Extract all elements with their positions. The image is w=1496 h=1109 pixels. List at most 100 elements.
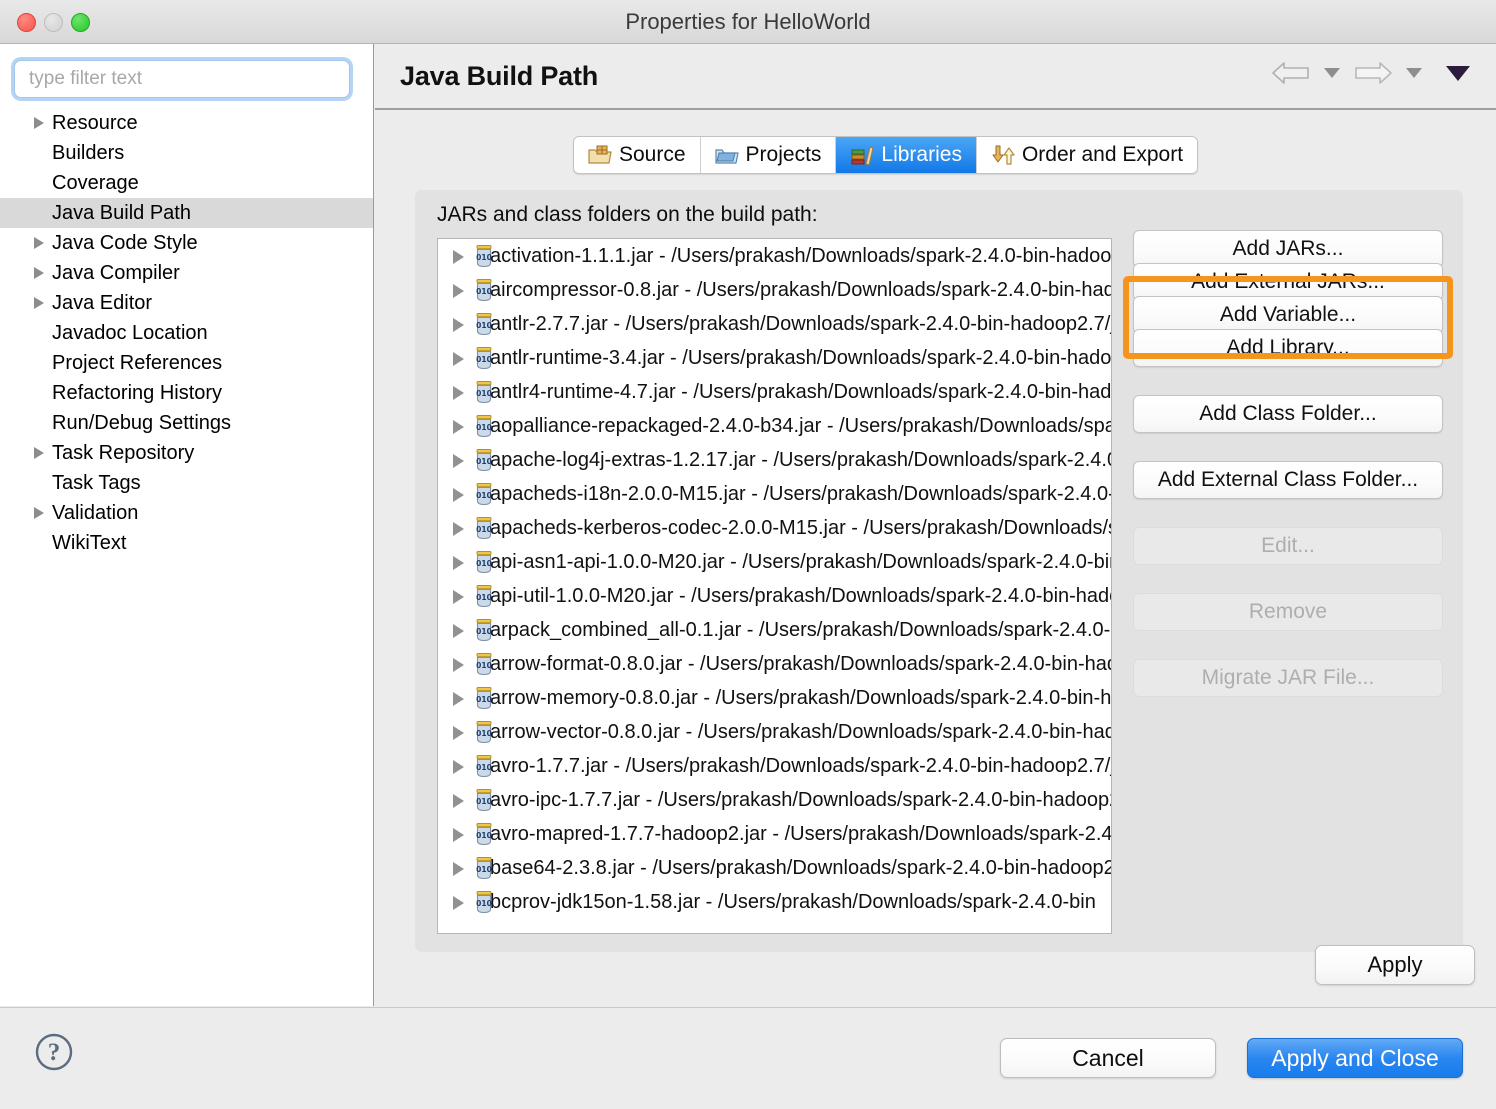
jar-expand-arrow-icon[interactable] (453, 828, 464, 842)
jar-expand-arrow-icon[interactable] (453, 862, 464, 876)
tab-order-and-export[interactable]: Order and Export (977, 137, 1197, 173)
tree-expand-arrow-icon[interactable] (34, 237, 44, 249)
tab-libraries[interactable]: Libraries (836, 137, 977, 173)
jar-path-label: antlr4-runtime-4.7.jar - /Users/prakash/… (490, 381, 1112, 403)
jar-file-icon: 010 (473, 381, 495, 404)
tree-expand-arrow-icon[interactable] (34, 267, 44, 279)
forward-history-chevron-down-icon[interactable] (1406, 68, 1422, 78)
libraries-list-label: JARs and class folders on the build path… (437, 203, 818, 227)
jar-list[interactable]: 010activation-1.1.1.jar - /Users/prakash… (437, 238, 1112, 934)
svg-text:010: 010 (476, 593, 492, 602)
search-input[interactable] (14, 60, 350, 98)
jar-list-item[interactable]: 010apache-log4j-extras-1.2.17.jar - /Use… (438, 443, 1111, 477)
forward-arrow-icon[interactable] (1352, 58, 1394, 88)
page-menu-chevron-down-icon[interactable] (1446, 66, 1470, 81)
remove-button: Remove (1133, 593, 1443, 631)
jar-list-item[interactable]: 010activation-1.1.1.jar - /Users/prakash… (438, 239, 1111, 273)
jar-list-item[interactable]: 010aopalliance-repackaged-2.4.0-b34.jar … (438, 409, 1111, 443)
jar-list-item[interactable]: 010avro-1.7.7.jar - /Users/prakash/Downl… (438, 749, 1111, 783)
jar-expand-arrow-icon[interactable] (453, 794, 464, 808)
sidebar-item-java-compiler[interactable]: Java Compiler (0, 258, 373, 288)
cancel-button[interactable]: Cancel (1000, 1038, 1216, 1078)
back-arrow-icon[interactable] (1270, 58, 1312, 88)
jar-list-item[interactable]: 010api-asn1-api-1.0.0-M20.jar - /Users/p… (438, 545, 1111, 579)
jar-list-item[interactable]: 010arrow-format-0.8.0.jar - /Users/praka… (438, 647, 1111, 681)
sidebar-item-resource[interactable]: Resource (0, 108, 373, 138)
tab-label: Projects (746, 143, 822, 167)
jar-expand-arrow-icon[interactable] (453, 522, 464, 536)
jar-expand-arrow-icon[interactable] (453, 352, 464, 366)
jar-list-item[interactable]: 010aircompressor-0.8.jar - /Users/prakas… (438, 273, 1111, 307)
sidebar-item-javadoc-location[interactable]: Javadoc Location (0, 318, 373, 348)
apply-and-close-button[interactable]: Apply and Close (1247, 1038, 1463, 1078)
tree-expand-arrow-icon[interactable] (34, 117, 44, 129)
jar-list-item[interactable]: 010apacheds-kerberos-codec-2.0.0-M15.jar… (438, 511, 1111, 545)
jar-expand-arrow-icon[interactable] (453, 726, 464, 740)
jar-list-item[interactable]: 010bcprov-jdk15on-1.58.jar - /Users/prak… (438, 885, 1111, 919)
jar-expand-arrow-icon[interactable] (453, 658, 464, 672)
sidebar-item-coverage[interactable]: Coverage (0, 168, 373, 198)
jar-expand-arrow-icon[interactable] (453, 488, 464, 502)
jar-expand-arrow-icon[interactable] (453, 590, 464, 604)
jar-list-item[interactable]: 010apacheds-i18n-2.0.0-M15.jar - /Users/… (438, 477, 1111, 511)
sidebar-item-wikitext[interactable]: WikiText (0, 528, 373, 558)
tab-source[interactable]: Source (574, 137, 701, 173)
sidebar-item-builders[interactable]: Builders (0, 138, 373, 168)
jar-file-icon: 010 (473, 823, 495, 846)
sidebar-item-java-code-style[interactable]: Java Code Style (0, 228, 373, 258)
sidebar-item-label: Coverage (52, 172, 139, 194)
jar-expand-arrow-icon[interactable] (453, 386, 464, 400)
sidebar-item-java-editor[interactable]: Java Editor (0, 288, 373, 318)
sidebar-item-task-tags[interactable]: Task Tags (0, 468, 373, 498)
sidebar-item-validation[interactable]: Validation (0, 498, 373, 528)
sidebar-item-label: Resource (52, 112, 138, 134)
sidebar-item-run-debug-settings[interactable]: Run/Debug Settings (0, 408, 373, 438)
jar-list-item[interactable]: 010api-util-1.0.0-M20.jar - /Users/praka… (438, 579, 1111, 613)
sidebar-item-project-references[interactable]: Project References (0, 348, 373, 378)
jar-list-item[interactable]: 010antlr-runtime-3.4.jar - /Users/prakas… (438, 341, 1111, 375)
jar-list-item[interactable]: 010arpack_combined_all-0.1.jar - /Users/… (438, 613, 1111, 647)
add-class-folder-button[interactable]: Add Class Folder... (1133, 395, 1443, 433)
tree-expand-arrow-icon[interactable] (34, 297, 44, 309)
jar-expand-arrow-icon[interactable] (453, 556, 464, 570)
jar-file-icon: 010 (473, 245, 495, 268)
sidebar-item-refactoring-history[interactable]: Refactoring History (0, 378, 373, 408)
jar-path-label: apacheds-i18n-2.0.0-M15.jar - /Users/pra… (490, 483, 1112, 505)
jar-list-item[interactable]: 010antlr-2.7.7.jar - /Users/prakash/Down… (438, 307, 1111, 341)
tree-expand-arrow-icon[interactable] (34, 507, 44, 519)
jar-expand-arrow-icon[interactable] (453, 250, 464, 264)
tab-projects[interactable]: Projects (701, 137, 837, 173)
tree-expand-arrow-icon[interactable] (34, 447, 44, 459)
jar-expand-arrow-icon[interactable] (453, 896, 464, 910)
svg-text:010: 010 (476, 491, 492, 500)
jar-expand-arrow-icon[interactable] (453, 284, 464, 298)
sidebar-item-java-build-path[interactable]: Java Build Path (0, 198, 373, 228)
jar-list-item[interactable]: 010arrow-memory-0.8.0.jar - /Users/praka… (438, 681, 1111, 715)
jar-expand-arrow-icon[interactable] (453, 624, 464, 638)
apply-button[interactable]: Apply (1315, 945, 1475, 985)
jar-list-item[interactable]: 010arrow-vector-0.8.0.jar - /Users/praka… (438, 715, 1111, 749)
sidebar-item-label: Java Editor (52, 292, 152, 314)
back-history-chevron-down-icon[interactable] (1324, 68, 1340, 78)
add-external-class-folder-button[interactable]: Add External Class Folder... (1133, 461, 1443, 499)
svg-text:010: 010 (476, 695, 492, 704)
libraries-books-icon (850, 144, 874, 166)
jar-expand-arrow-icon[interactable] (453, 420, 464, 434)
jar-expand-arrow-icon[interactable] (453, 692, 464, 706)
svg-text:010: 010 (476, 559, 492, 568)
sidebar-item-task-repository[interactable]: Task Repository (0, 438, 373, 468)
add-library-button[interactable]: Add Library... (1133, 329, 1443, 367)
jar-file-icon: 010 (473, 891, 495, 914)
jar-list-item[interactable]: 010base64-2.3.8.jar - /Users/prakash/Dow… (438, 851, 1111, 885)
jar-list-item[interactable]: 010avro-ipc-1.7.7.jar - /Users/prakash/D… (438, 783, 1111, 817)
jar-expand-arrow-icon[interactable] (453, 454, 464, 468)
help-question-icon[interactable]: ? (34, 1032, 74, 1072)
jar-expand-arrow-icon[interactable] (453, 318, 464, 332)
source-folder-icon (588, 144, 612, 166)
svg-text:010: 010 (476, 253, 492, 262)
jar-expand-arrow-icon[interactable] (453, 760, 464, 774)
jar-list-item[interactable]: 010avro-mapred-1.7.7-hadoop2.jar - /User… (438, 817, 1111, 851)
svg-text:010: 010 (476, 457, 492, 466)
jar-list-item[interactable]: 010antlr4-runtime-4.7.jar - /Users/praka… (438, 375, 1111, 409)
build-path-tabs: Source Projects LibrariesOrder and Export (573, 136, 1198, 174)
